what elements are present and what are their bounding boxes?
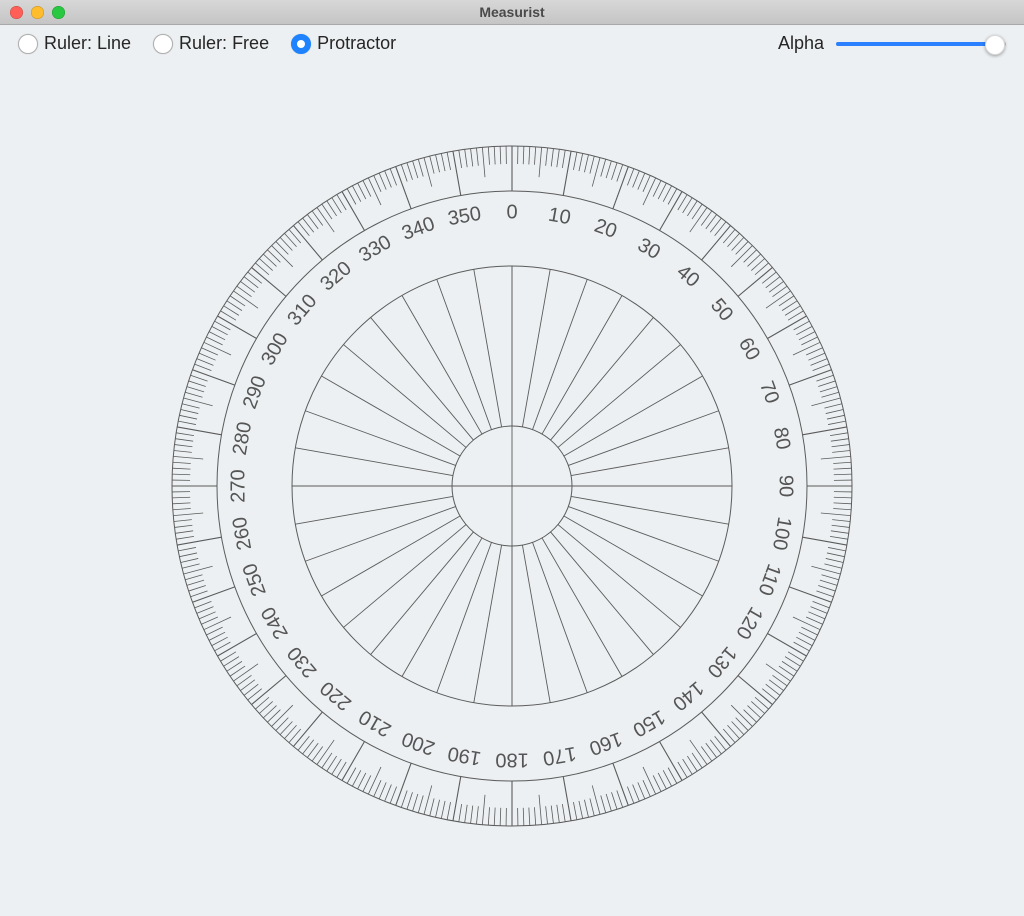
degree-label: 120 xyxy=(731,603,767,643)
protractor-canvas: 0 10 20 30 4050 60 70 80 90 100 110 120130140150160… xyxy=(0,62,1024,910)
degree-label: 190 xyxy=(446,742,483,769)
degree-label: 290 xyxy=(239,373,271,412)
degree-label: 150 xyxy=(629,705,669,741)
degree-label: 260 xyxy=(229,515,256,552)
alpha-slider[interactable] xyxy=(836,35,1006,53)
degree-label: 270 xyxy=(227,469,249,502)
degree-label: 320 xyxy=(316,257,356,295)
mode-ruler_line[interactable]: Ruler: Line xyxy=(18,33,131,54)
degree-label: 110 xyxy=(753,561,785,598)
minimize-icon[interactable] xyxy=(31,6,44,19)
degree-label: 280 xyxy=(229,420,256,457)
degree-label: 0 xyxy=(506,201,517,223)
window-controls xyxy=(10,6,65,19)
mode-label: Ruler: Free xyxy=(179,33,269,54)
slider-thumb-icon[interactable] xyxy=(985,35,1005,55)
degree-label: 330 xyxy=(355,231,395,267)
degree-label: 50 xyxy=(706,294,737,325)
degree-label: 70 xyxy=(755,378,783,406)
mode-protractor[interactable]: Protractor xyxy=(291,33,396,54)
mode-ruler_free[interactable]: Ruler: Free xyxy=(153,33,269,54)
titlebar: Measurist xyxy=(0,0,1024,25)
degree-label: 170 xyxy=(541,742,578,769)
degree-label: 100 xyxy=(768,515,795,552)
mode-radio-group: Ruler: Line Ruler: Free Protractor xyxy=(18,33,396,54)
zoom-icon[interactable] xyxy=(52,6,65,19)
degree-label: 350 xyxy=(446,203,483,230)
degree-label: 30 xyxy=(634,234,664,264)
degree-label: 90 xyxy=(775,475,797,497)
degree-label: 180 xyxy=(495,749,528,771)
degree-label: 60 xyxy=(734,334,764,364)
radio-icon[interactable] xyxy=(153,34,173,54)
degree-label: 300 xyxy=(257,329,293,369)
degree-label: 200 xyxy=(399,727,438,759)
degree-label: 310 xyxy=(283,290,321,330)
degree-label: 230 xyxy=(283,642,321,682)
degree-label: 130 xyxy=(703,642,741,682)
mode-label: Ruler: Line xyxy=(44,33,131,54)
degree-label: 40 xyxy=(672,261,703,292)
degree-label: 240 xyxy=(257,603,293,643)
alpha-control: Alpha xyxy=(778,33,1006,54)
degree-label: 10 xyxy=(547,204,573,230)
radio-icon[interactable] xyxy=(18,34,38,54)
degree-label: 250 xyxy=(239,560,271,599)
window-title: Measurist xyxy=(0,4,1024,20)
toolbar: Ruler: Line Ruler: Free Protractor Alpha xyxy=(0,25,1024,62)
degree-label: 80 xyxy=(769,426,795,452)
degree-label: 220 xyxy=(316,677,356,715)
degree-label: 340 xyxy=(399,213,438,245)
protractor[interactable]: 0 10 20 30 4050 60 70 80 90 100 110 120130140150160… xyxy=(152,126,872,846)
degree-label: 210 xyxy=(355,705,395,741)
mode-label: Protractor xyxy=(317,33,396,54)
radio-icon[interactable] xyxy=(291,34,311,54)
degree-label: 140 xyxy=(668,677,708,715)
degree-label: 160 xyxy=(586,727,625,759)
degree-label: 20 xyxy=(591,215,619,243)
close-icon[interactable] xyxy=(10,6,23,19)
alpha-label: Alpha xyxy=(778,33,824,54)
